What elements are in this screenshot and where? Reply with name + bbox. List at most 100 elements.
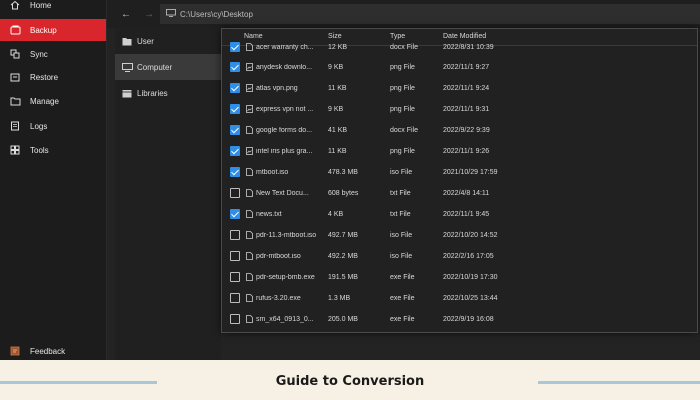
file-row[interactable]: rufus-3.20.exe 1.3 MB exe File 2022/10/25 1…	[222, 288, 697, 309]
file-row[interactable]: intel iris plus gra... 11 KB png File 2022/…	[222, 141, 697, 162]
file-row[interactable]: New Text Docu... 608 bytes txt File 2022/4/…	[222, 183, 697, 204]
file-name: intel iris plus gra...	[256, 148, 313, 155]
file-name: news.txt	[256, 211, 282, 218]
file-date: 2022/8/31 10:39	[443, 44, 494, 51]
file-date: 2022/10/19 17:30	[443, 274, 498, 281]
restore-icon	[0, 72, 30, 82]
file-date: 2021/10/29 17:59	[443, 169, 498, 176]
file-checkbox[interactable]	[230, 293, 240, 303]
column-header-type[interactable]: Type	[390, 33, 405, 40]
sidebar-item-restore[interactable]: Restore	[0, 66, 106, 88]
file-size: 1.3 MB	[328, 295, 351, 302]
file-checkbox[interactable]	[230, 167, 240, 177]
file-name: sm_x64_0913_0...	[256, 316, 314, 323]
tree-item-label: Libraries	[137, 88, 168, 98]
file-checkbox[interactable]	[230, 42, 240, 52]
column-header-name[interactable]: Name	[244, 33, 263, 40]
sidebar-item-label: Home	[30, 0, 52, 10]
tree-item-user[interactable]: User	[115, 28, 221, 54]
forward-arrow-icon[interactable]: →	[139, 0, 159, 28]
sidebar-item-label: Backup	[30, 25, 57, 35]
file-type: iso File	[390, 253, 413, 260]
file-row[interactable]: express vpn not ... 9 KB png File 2022/11/1…	[222, 99, 697, 120]
file-icon	[246, 294, 253, 304]
file-date: 2022/2/16 17:05	[443, 253, 494, 260]
file-list-rows: acer warranty ch... 12 KB docx File 2022/8/…	[222, 42, 697, 330]
tree-item-label: Computer	[137, 62, 173, 72]
file-name: atlas vpn.png	[256, 85, 298, 92]
file-name: google forms do...	[256, 127, 313, 134]
file-row[interactable]: google forms do... 41 KB docx File 2022/9/2…	[222, 120, 697, 141]
file-checkbox[interactable]	[230, 188, 240, 198]
file-type: txt File	[390, 211, 411, 218]
file-date: 2022/11/1 9:26	[443, 148, 490, 155]
file-size: 205.0 MB	[328, 316, 358, 323]
file-row[interactable]: mtboot.iso 478.3 MB iso File 2021/10/29 17:…	[222, 162, 697, 183]
file-checkbox[interactable]	[230, 62, 240, 72]
image-file-icon	[246, 105, 253, 115]
file-row[interactable]: sm_x64_0913_0... 205.0 MB exe File 2022/9/1…	[222, 309, 697, 330]
file-size: 11 KB	[328, 148, 347, 155]
file-icon	[246, 252, 253, 262]
file-name: acer warranty ch...	[256, 44, 314, 51]
file-list-panel: Name Size Type Date Modified acer warran…	[221, 28, 698, 333]
column-header-date[interactable]: Date Modified	[443, 33, 486, 40]
sidebar-item-logs[interactable]: Logs	[0, 115, 106, 137]
path-field[interactable]: C:\Users\cy\Desktop	[160, 4, 700, 24]
feedback-label: Feedback	[30, 346, 66, 356]
file-row[interactable]: pdr-11.3-mtboot.iso 492.7 MB iso File 2022/…	[222, 225, 697, 246]
file-name: anydesk downlo...	[256, 64, 313, 71]
sidebar-item-manage[interactable]: Manage	[0, 90, 106, 112]
file-type: png File	[390, 106, 415, 113]
file-icon	[246, 189, 253, 199]
sidebar-item-sync[interactable]: Sync	[0, 43, 106, 65]
file-checkbox[interactable]	[230, 125, 240, 135]
backup-icon	[0, 25, 30, 35]
file-checkbox[interactable]	[230, 230, 240, 240]
sidebar-item-label: Manage	[30, 96, 59, 106]
image-file-icon	[246, 147, 253, 157]
file-date: 2022/4/8 14:11	[443, 190, 490, 197]
feedback-icon	[0, 346, 30, 356]
file-row[interactable]: pdr-setup-bmb.exe 191.5 MB exe File 2022/10…	[222, 267, 697, 288]
file-checkbox[interactable]	[230, 314, 240, 324]
home-icon	[0, 0, 30, 10]
file-row[interactable]: anydesk downlo... 9 KB png File 2022/11/1 9…	[222, 57, 697, 78]
file-type: exe File	[390, 295, 415, 302]
file-row[interactable]: pdr-mtboot.iso 492.2 MB iso File 2022/2/16 …	[222, 246, 697, 267]
backup-app-window: Home Backup Sync Restore Manage Logs Too…	[0, 0, 700, 360]
sync-icon	[0, 49, 30, 59]
file-checkbox[interactable]	[230, 272, 240, 282]
file-name: express vpn not ...	[256, 106, 314, 113]
file-size: 9 KB	[328, 64, 344, 71]
column-header-size[interactable]: Size	[328, 33, 342, 40]
tree-item-computer[interactable]: Computer	[115, 54, 221, 80]
file-name: mtboot.iso	[256, 169, 289, 176]
file-date: 2022/11/1 9:45	[443, 211, 490, 218]
sidebar-item-home[interactable]: Home	[0, 0, 106, 16]
file-checkbox[interactable]	[230, 146, 240, 156]
tools-icon	[0, 145, 30, 155]
file-type: iso File	[390, 169, 413, 176]
tree-item-libraries[interactable]: Libraries	[115, 80, 221, 106]
file-checkbox[interactable]	[230, 104, 240, 114]
sidebar-item-label: Sync	[30, 49, 48, 59]
file-date: 2022/9/19 16:08	[443, 316, 494, 323]
file-icon	[246, 168, 253, 178]
file-checkbox[interactable]	[230, 83, 240, 93]
file-checkbox[interactable]	[230, 251, 240, 261]
file-type: png File	[390, 85, 415, 92]
image-file-icon	[246, 63, 253, 73]
feedback-button[interactable]: Feedback	[0, 340, 106, 360]
sidebar-item-tools[interactable]: Tools	[0, 139, 106, 161]
caption-title: Guide to Conversion	[275, 374, 425, 389]
sidebar-item-backup[interactable]: Backup	[0, 19, 106, 41]
file-row[interactable]: acer warranty ch... 12 KB docx File 2022/8/…	[222, 42, 697, 57]
computer-icon	[166, 9, 180, 19]
file-checkbox[interactable]	[230, 209, 240, 219]
file-row[interactable]: news.txt 4 KB txt File 2022/11/1 9:45	[222, 204, 697, 225]
back-arrow-icon[interactable]: ←	[113, 0, 139, 28]
file-row[interactable]: atlas vpn.png 11 KB png File 2022/11/1 9:24	[222, 78, 697, 99]
file-icon	[246, 315, 253, 325]
file-size: 41 KB	[328, 127, 348, 134]
